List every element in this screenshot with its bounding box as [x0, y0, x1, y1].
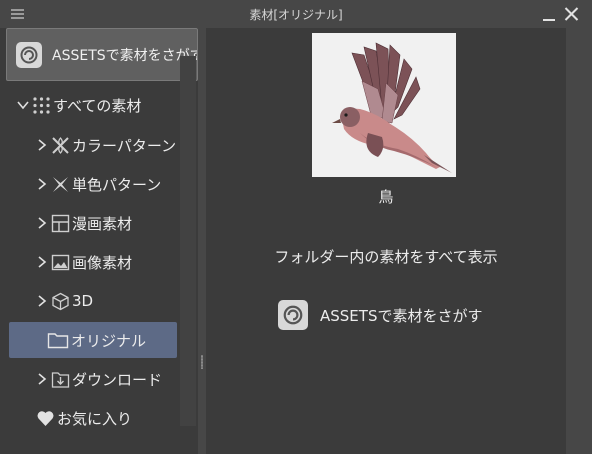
- assets-logo-icon: [16, 41, 42, 68]
- chevron-right-icon[interactable]: [36, 178, 48, 190]
- tree-item-label: カラーパターン: [72, 136, 177, 155]
- tree-item-image-materials[interactable]: 画像素材: [36, 247, 132, 277]
- color-pattern-icon: [51, 136, 70, 155]
- assets-search-link[interactable]: ASSETSで素材をさがす: [278, 300, 482, 330]
- material-thumbnail-bird[interactable]: [312, 33, 456, 177]
- assets-search-button[interactable]: ASSETSで素材をさがす: [6, 28, 198, 81]
- chevron-right-icon[interactable]: [36, 139, 48, 151]
- mono-pattern-icon: [51, 175, 70, 194]
- assets-search-button-label: ASSETSで素材をさがす: [52, 47, 197, 64]
- bird-image: [332, 42, 452, 173]
- chevron-right-icon[interactable]: [36, 256, 48, 268]
- material-tree-panel: ASSETSで素材をさがす すべての素材 カラーパターン 単色パターン 漫画素材…: [0, 28, 198, 454]
- grid-dots-icon: [32, 96, 51, 115]
- tree-scrollbar[interactable]: [180, 56, 196, 426]
- minimize-button[interactable]: [541, 7, 557, 23]
- assets-search-link-label: ASSETSで素材をさがす: [320, 306, 483, 325]
- splitter-grip-icon[interactable]: [201, 355, 203, 369]
- tree-item-download[interactable]: ダウンロード: [36, 364, 162, 394]
- chevron-right-icon[interactable]: [36, 217, 48, 229]
- tree-item-3d[interactable]: 3D: [36, 286, 93, 316]
- cube-icon: [51, 292, 70, 311]
- panel-splitter[interactable]: [198, 28, 206, 454]
- tree-item-label: 単色パターン: [72, 175, 162, 194]
- chevron-right-icon[interactable]: [36, 295, 48, 307]
- tree-item-manga-materials[interactable]: 漫画素材: [36, 208, 132, 238]
- window-title: 素材[オリジナル]: [249, 8, 343, 22]
- close-button[interactable]: [563, 6, 580, 23]
- content-scrollbar[interactable]: [566, 28, 583, 454]
- heart-icon: [36, 409, 55, 428]
- tree-item-label: オリジナル: [71, 331, 147, 350]
- tree-item-label: お気に入り: [57, 409, 133, 428]
- tree-item-label: 漫画素材: [72, 214, 133, 233]
- tree-item-favorites[interactable]: お気に入り: [36, 403, 132, 433]
- tree-item-label: ダウンロード: [72, 370, 163, 389]
- tree-item-mono-pattern[interactable]: 単色パターン: [36, 169, 161, 199]
- show-all-materials-link[interactable]: フォルダー内の素材をすべて表示: [206, 246, 566, 267]
- thumbnail-label: 鳥: [378, 188, 394, 206]
- assets-logo-icon: [278, 300, 308, 330]
- tree-item-color-pattern[interactable]: カラーパターン: [36, 130, 176, 160]
- chevron-down-icon[interactable]: [17, 99, 29, 111]
- image-icon: [51, 253, 70, 272]
- download-icon: [51, 370, 70, 389]
- manga-panel-icon: [51, 214, 70, 233]
- tree-item-original[interactable]: オリジナル: [9, 322, 177, 358]
- tree-item-all-materials[interactable]: すべての素材: [17, 90, 141, 120]
- tree-item-label: 3D: [72, 292, 94, 310]
- tree-item-label: 画像素材: [72, 253, 133, 272]
- title-bar: 素材[オリジナル]: [0, 0, 592, 28]
- material-content-panel: 鳥 フォルダー内の素材をすべて表示 ASSETSで素材をさがす: [206, 28, 566, 454]
- chevron-right-icon[interactable]: [36, 373, 48, 385]
- tree-item-label: すべての素材: [53, 96, 142, 115]
- folder-icon: [47, 331, 69, 350]
